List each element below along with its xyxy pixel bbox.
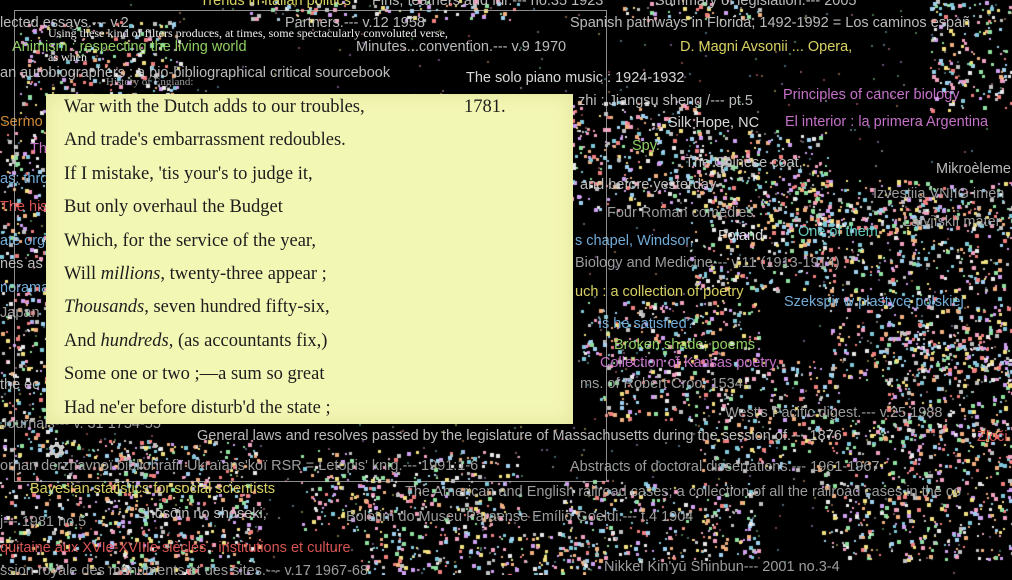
book-title-link[interactable]: Fins, feathers and fur.--- no.35 1923 bbox=[372, 0, 603, 10]
book-title-link[interactable]: orhan derzhavnoï bibliohrafiï Ukraïans'k… bbox=[0, 457, 478, 475]
book-title-link[interactable]: Sermo bbox=[0, 113, 43, 131]
book-title-link[interactable]: El interior : la primera Argentina bbox=[785, 113, 988, 131]
book-title-link[interactable]: the ec bbox=[0, 376, 40, 394]
book-title-link[interactable]: West's Pacific digest.--- v.25 1988 bbox=[725, 404, 942, 422]
poem-line: If I mistake, 'tis your's to judge it, bbox=[64, 163, 313, 184]
poem-line: But only overhaul the Budget bbox=[64, 197, 283, 218]
book-title-link[interactable]: ssion royale des monuments et des sites.… bbox=[0, 562, 368, 580]
poem-line: Had ne'er before disturb'd the state ; bbox=[64, 397, 331, 418]
book-title-link[interactable]: Abstracts of doctoral dissertations.--- … bbox=[570, 458, 879, 476]
book-title-link[interactable]: Szekspir w plastyce polskiej bbox=[784, 293, 964, 311]
poem-line: Will millions, twenty-three appear ; bbox=[64, 264, 327, 284]
book-title-link[interactable]: Broken shade; poems bbox=[614, 336, 755, 354]
book-title-link[interactable]: Latviĭskiĭ mater bbox=[903, 213, 1001, 231]
book-title-link[interactable]: The Chinese coat, bbox=[685, 154, 803, 172]
book-title-link[interactable]: Summary of legislation.--- 2005 bbox=[655, 0, 856, 10]
book-title-link[interactable]: norama bbox=[0, 279, 49, 297]
book-title-link[interactable]: Is he satisfied? bbox=[598, 315, 695, 333]
book-title-link[interactable]: Trends in Italian politics bbox=[200, 0, 351, 10]
book-title-link[interactable]: Spanish pathways in Florida, 1492-1992 =… bbox=[570, 14, 970, 32]
book-title-link[interactable]: s chapel, Windsor, bbox=[575, 232, 693, 250]
book-title-link[interactable]: Izvestiia VNIIG imen bbox=[873, 185, 1004, 203]
book-title-link[interactable]: ms. of Robert Croo, 1534. bbox=[580, 375, 747, 393]
poem-line: Which, for the service of the year, bbox=[64, 230, 316, 251]
book-title-link[interactable]: Silk Hope, NC bbox=[668, 114, 759, 132]
book-title-link[interactable]: Zloči bbox=[977, 428, 1008, 446]
book-title-link[interactable]: an autobiographers : a bio-bibliographic… bbox=[0, 64, 390, 82]
book-title-link[interactable]: Biology and Medicine--- v.11 (1913-1914) bbox=[575, 254, 840, 272]
book-title-link[interactable]: j--- 1981 no.5 bbox=[0, 513, 86, 531]
book-title-link[interactable]: Japan bbox=[0, 304, 40, 322]
poem-page-image: 1781. War with the Dutch adds to our tro… bbox=[46, 94, 573, 424]
book-title-link[interactable]: uch : a collection of poetry bbox=[575, 283, 743, 301]
book-title-link[interactable]: and before yesterday bbox=[580, 176, 716, 194]
book-title-link[interactable]: Boletim do Museu Paraense Emílio Goeldi.… bbox=[346, 508, 693, 526]
book-title-link[interactable]: Poland bbox=[718, 227, 763, 245]
poem-line: Some one or two ;—a sum so great bbox=[64, 364, 325, 385]
book-title-link[interactable]: Collection of Kansas poetry. bbox=[600, 354, 779, 372]
gear-icon[interactable] bbox=[44, 438, 68, 462]
book-title-link[interactable]: Spy. bbox=[632, 137, 660, 155]
overlay-caption: Using these kind of filters produces, at… bbox=[48, 26, 448, 40]
poem-year: 1781. bbox=[464, 97, 506, 117]
book-title-link[interactable]: Four Roman comedies bbox=[607, 204, 754, 222]
overlay-caption-2: as when bbox=[48, 50, 87, 64]
book-title-link[interactable]: General laws and resolves passed by the … bbox=[197, 427, 842, 445]
book-title-link[interactable]: One of them bbox=[798, 223, 878, 241]
poem-line: And hundreds, (as accountants fix,) bbox=[64, 330, 328, 351]
book-title-link[interactable]: as: thro bbox=[0, 170, 48, 188]
book-title-link[interactable]: Bayesian statistics for social scientist… bbox=[30, 480, 275, 498]
book-title-link[interactable]: D. Magni Avsonii ... Opera, bbox=[680, 38, 852, 56]
poem-line: War with the Dutch adds to our troubles, bbox=[64, 97, 365, 117]
overlay-faint-line: History of England: bbox=[106, 76, 194, 88]
book-title-link[interactable]: Principles of cancer biology bbox=[783, 86, 960, 104]
book-title-link[interactable]: zhi : Jiangsu sheng /--- pt.5 bbox=[578, 92, 753, 110]
book-title-link[interactable]: quitaine aux XVIe-XVIIIe siècles : insti… bbox=[0, 539, 351, 557]
book-title-link[interactable]: The American and English railroad cases;… bbox=[405, 483, 961, 501]
book-title-link[interactable]: Nikkei Kin'yū Shinbun--- 2001 no.3-4 bbox=[604, 558, 840, 576]
book-title-link[interactable]: The his bbox=[0, 198, 48, 216]
poem-line: And trade's embarrassment redoubles. bbox=[64, 130, 346, 151]
book-title-link[interactable]: Shōsōin no shoseki, bbox=[137, 505, 267, 523]
poem-line: Thousands, seven hundred fifty-six, bbox=[64, 297, 330, 318]
book-title-link[interactable]: Mikroèleme bbox=[936, 160, 1011, 178]
book-title-link[interactable]: nes as bbox=[0, 255, 43, 273]
book-title-link[interactable]: The solo piano music : 1924-1932 bbox=[466, 69, 684, 87]
book-title-link[interactable]: Th bbox=[30, 140, 47, 158]
